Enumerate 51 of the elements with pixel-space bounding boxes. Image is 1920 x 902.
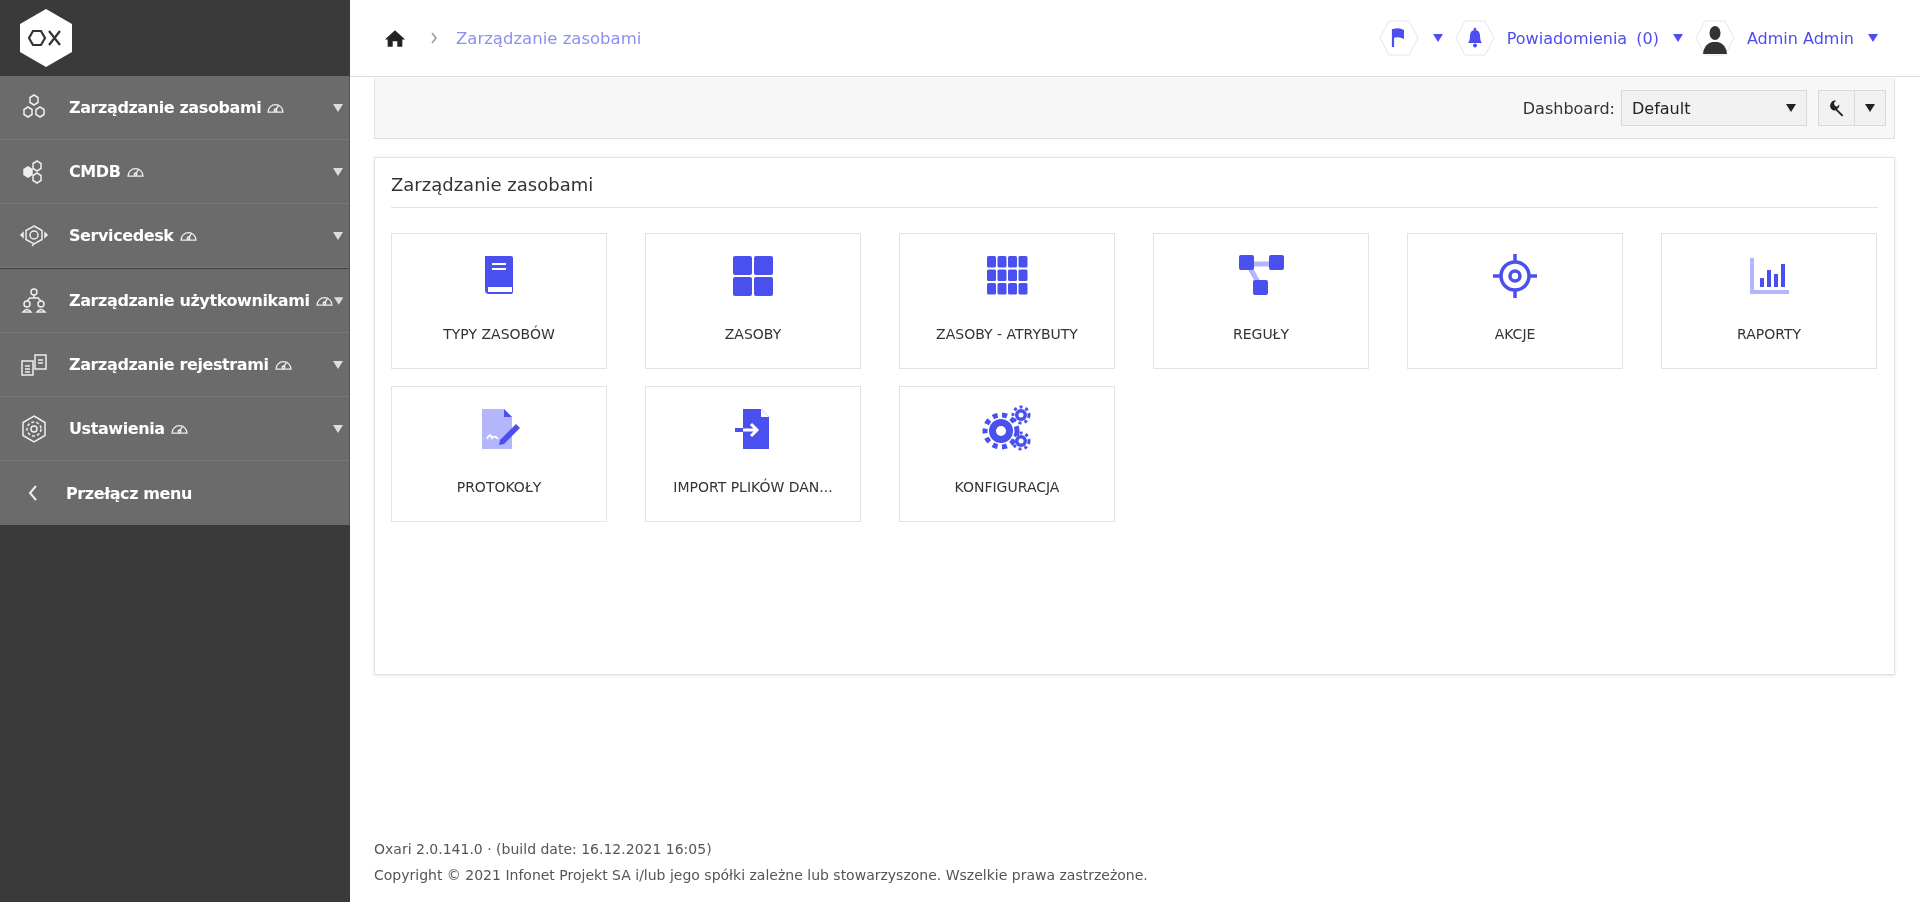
tile[interactable]: AKCJE	[1407, 233, 1623, 369]
dashboard-select[interactable]: Default	[1621, 90, 1807, 126]
bell-icon[interactable]	[1454, 20, 1495, 56]
chevron-right-icon	[430, 32, 438, 44]
settings-button[interactable]	[1818, 90, 1855, 126]
caret-icon	[333, 424, 343, 433]
flag-icon[interactable]	[1378, 20, 1419, 56]
sidebar-item[interactable]: Servicedesk	[0, 204, 349, 268]
menu-label: Servicedesk	[69, 226, 174, 245]
tile[interactable]: ZASOBY - ATRYBUTY	[899, 233, 1115, 369]
wrench-icon	[1827, 99, 1846, 117]
caret-icon	[1786, 104, 1796, 112]
tile[interactable]: TYPY ZASOBÓW	[391, 233, 607, 369]
caret-icon[interactable]	[1672, 34, 1683, 42]
menu-label: Przełącz menu	[66, 483, 192, 503]
sidebar-item[interactable]: Zarządzanie zasobami	[0, 76, 349, 140]
avatar-icon[interactable]	[1694, 20, 1735, 56]
menu-toggle[interactable]: Przełącz menu	[0, 461, 349, 525]
caret-icon	[333, 103, 343, 112]
caret-icon	[333, 296, 343, 305]
menu-label: CMDB	[69, 162, 121, 181]
panel-title: Zarządzanie zasobami	[391, 158, 1878, 208]
sidebar-item[interactable]: CMDB	[0, 140, 349, 204]
chevron-left-icon	[28, 485, 38, 501]
menu-label: Zarządzanie zasobami	[69, 98, 262, 117]
caret-icon	[333, 231, 343, 240]
menu-label: Zarządzanie rejestrami	[69, 355, 269, 374]
caret-icon	[333, 360, 343, 369]
dropdown-button[interactable]	[1855, 90, 1886, 126]
user-menu-link[interactable]: Admin Admin	[1746, 28, 1854, 48]
caret-icon	[333, 167, 343, 176]
caret-icon	[1865, 104, 1875, 112]
notifications-link[interactable]: Powiadomienia (0)	[1506, 28, 1659, 48]
logo-icon	[20, 9, 72, 67]
home-icon[interactable]	[384, 28, 406, 48]
dashboard-label: Dashboard:	[1522, 98, 1615, 118]
menu-label: Ustawienia	[69, 419, 165, 438]
tile[interactable]: IMPORT PLIKÓW DAN...	[645, 386, 861, 522]
tile[interactable]: PROTOKOŁY	[391, 386, 607, 522]
sidebar-item[interactable]: Zarządzanie użytkownikami	[0, 268, 349, 333]
sidebar-item[interactable]: Zarządzanie rejestrami	[0, 333, 349, 397]
caret-icon[interactable]	[1868, 34, 1878, 42]
copyright-text: Copyright © 2021 Infonet Projekt SA i/lub jego spółki zależne lub stowarzyszone. Wszelkie prawa zastrzeżone.	[374, 866, 1149, 885]
tile[interactable]: ZASOBY	[645, 233, 861, 369]
tile[interactable]: REGUŁY	[1153, 233, 1369, 369]
caret-icon[interactable]	[1432, 34, 1443, 42]
menu-label: Zarządzanie użytkownikami	[69, 291, 310, 310]
sidebar-item[interactable]: Ustawienia	[0, 397, 349, 461]
tile[interactable]: RAPORTY	[1661, 233, 1877, 369]
tile[interactable]: KONFIGURACJA	[899, 386, 1115, 522]
version-text: Oxari 2.0.141.0 · (build date: 16.12.2021 16:05)	[374, 840, 713, 859]
